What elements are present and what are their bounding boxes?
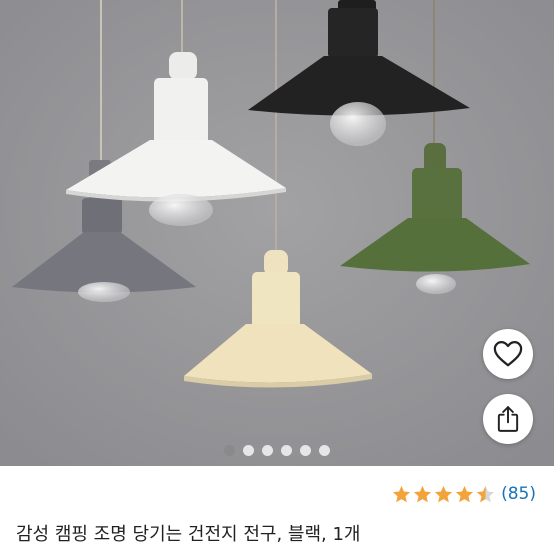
product-title: 감성 캠핑 조명 당기는 건전지 전구, 블랙, 1개 bbox=[16, 524, 361, 545]
product-image-carousel[interactable] bbox=[0, 0, 554, 466]
carousel-indicators bbox=[0, 445, 554, 459]
carousel-dot[interactable] bbox=[300, 445, 311, 456]
product-rating[interactable]: (85) bbox=[392, 484, 536, 504]
carousel-dot[interactable] bbox=[243, 445, 254, 456]
carousel-dot[interactable] bbox=[224, 445, 235, 456]
like-button[interactable] bbox=[483, 329, 533, 379]
share-icon bbox=[497, 406, 519, 432]
rating-stars bbox=[392, 485, 495, 504]
share-button[interactable] bbox=[483, 394, 533, 444]
rating-count[interactable]: (85) bbox=[501, 484, 536, 504]
star-full-icon bbox=[393, 485, 411, 502]
heart-outline-icon bbox=[493, 341, 523, 367]
star-half-icon bbox=[477, 485, 495, 502]
star-full-icon bbox=[456, 485, 474, 502]
star-full-icon bbox=[414, 485, 432, 502]
carousel-dot[interactable] bbox=[319, 445, 330, 456]
carousel-dot[interactable] bbox=[281, 445, 292, 456]
carousel-dot[interactable] bbox=[262, 445, 273, 456]
star-full-icon bbox=[435, 485, 453, 502]
product-photo bbox=[0, 0, 554, 466]
